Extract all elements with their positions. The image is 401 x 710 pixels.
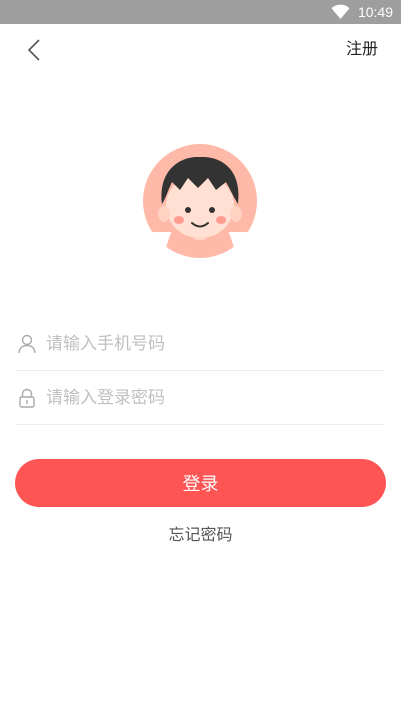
password-field xyxy=(15,371,384,425)
login-button[interactable]: 登录 xyxy=(15,459,386,507)
status-time: 10:49 xyxy=(357,4,393,20)
back-button[interactable] xyxy=(18,34,50,66)
phone-input[interactable] xyxy=(46,333,384,354)
lock-icon xyxy=(16,387,38,409)
register-button[interactable]: 注册 xyxy=(346,37,378,61)
phone-field xyxy=(15,317,384,371)
chevron-left-icon xyxy=(27,39,40,61)
password-input[interactable] xyxy=(46,387,384,408)
boy-avatar-icon xyxy=(143,144,257,258)
forgot-password-link[interactable]: 忘记密码 xyxy=(0,523,401,547)
wifi-icon xyxy=(331,4,350,19)
status-bar: 10:49 xyxy=(0,0,401,24)
user-icon xyxy=(16,333,38,355)
